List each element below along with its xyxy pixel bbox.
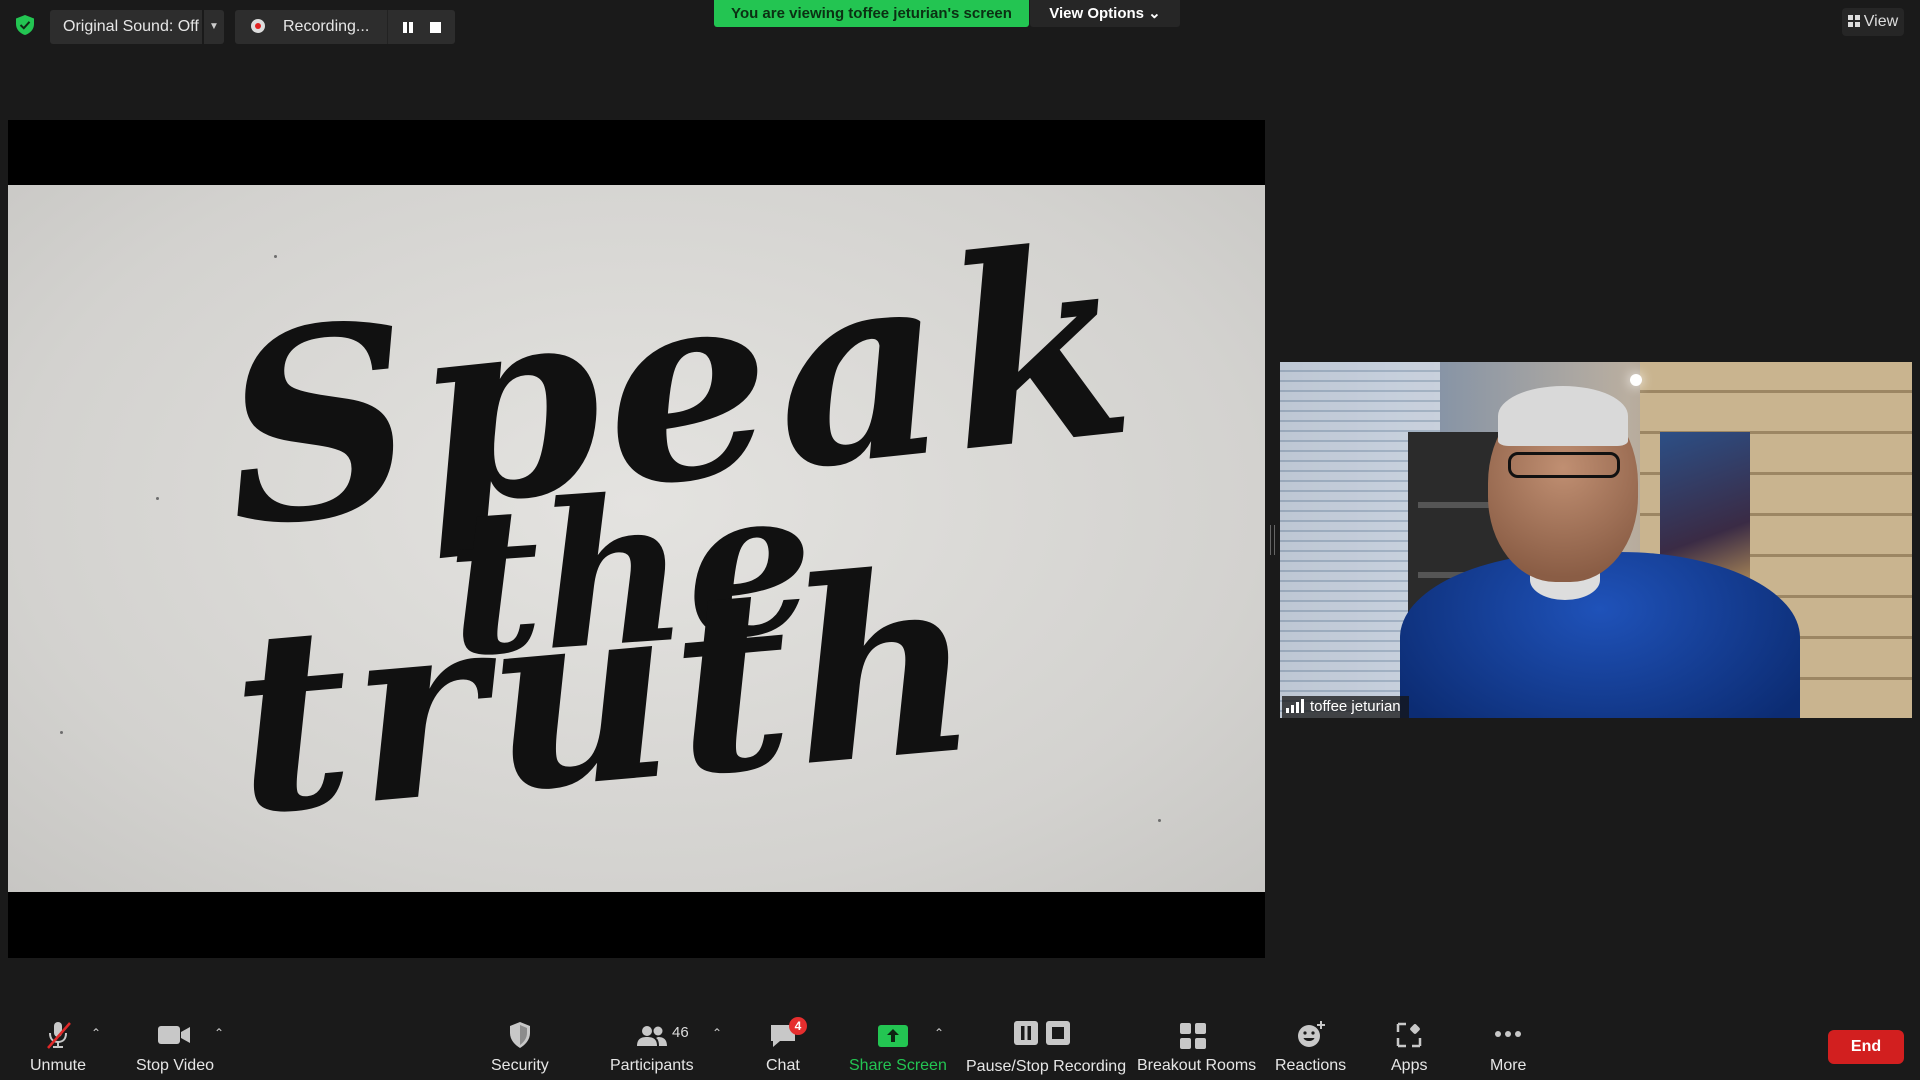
breakout-rooms-icon[interactable] [1179, 1022, 1207, 1050]
more-ellipsis-icon[interactable] [1494, 1030, 1522, 1038]
chat-label[interactable]: Chat [766, 1057, 800, 1075]
original-sound-label: Original Sound: Off [63, 18, 199, 35]
share-options-caret-icon[interactable]: ⌃ [934, 1026, 944, 1040]
audio-options-caret-icon[interactable]: ⌃ [91, 1026, 101, 1040]
pause-recording-icon[interactable] [400, 19, 416, 35]
video-camera-icon[interactable] [157, 1024, 191, 1046]
paper-speck [274, 255, 277, 258]
participants-icon[interactable] [636, 1024, 668, 1048]
recording-label: Recording... [283, 18, 370, 35]
pause-stop-recording-label[interactable]: Pause/Stop Recording [966, 1058, 1126, 1076]
participants-options-caret-icon[interactable]: ⌃ [712, 1026, 722, 1040]
security-shield-icon[interactable] [508, 1021, 532, 1049]
paper-speck [156, 497, 159, 500]
video-person-hair [1498, 386, 1628, 446]
more-label[interactable]: More [1490, 1057, 1526, 1075]
original-sound-button[interactable]: Original Sound: Off [50, 10, 202, 44]
apps-icon[interactable] [1396, 1022, 1422, 1048]
microphone-muted-icon[interactable] [44, 1020, 72, 1050]
video-ceiling-light [1630, 374, 1642, 386]
pause-stop-recording-icon[interactable] [1013, 1020, 1071, 1046]
reactions-emoji-icon[interactable] [1296, 1020, 1326, 1050]
participants-label[interactable]: Participants [610, 1057, 694, 1075]
participant-name: toffee jeturian [1310, 698, 1401, 715]
stop-recording-icon[interactable] [430, 22, 441, 33]
apps-label[interactable]: Apps [1391, 1057, 1427, 1075]
recording-divider [387, 10, 388, 44]
recording-dot-icon [251, 19, 265, 33]
end-meeting-button[interactable]: End [1828, 1030, 1904, 1064]
share-screen-icon[interactable] [877, 1024, 909, 1048]
stop-video-label[interactable]: Stop Video [136, 1057, 214, 1075]
security-label[interactable]: Security [491, 1057, 549, 1075]
original-sound-dropdown-icon[interactable]: ▼ [204, 10, 224, 44]
share-screen-label[interactable]: Share Screen [849, 1057, 947, 1075]
recording-indicator: Recording... [235, 10, 455, 44]
participant-name-tag: toffee jeturian [1282, 696, 1409, 718]
viewing-screen-banner: You are viewing toffee jeturian's screen [714, 0, 1029, 27]
reactions-label[interactable]: Reactions [1275, 1057, 1346, 1075]
video-person-shirt [1400, 552, 1800, 718]
shared-screen: Speak the truth [8, 120, 1265, 958]
view-label: View [1863, 13, 1899, 30]
grid-view-icon [1847, 15, 1860, 27]
encryption-shield-icon[interactable] [14, 14, 36, 36]
video-person-glasses [1508, 452, 1620, 478]
chat-unread-badge: 4 [789, 1017, 807, 1035]
paper-speck [1158, 819, 1161, 822]
participants-count: 46 [672, 1024, 689, 1041]
panel-resize-handle[interactable] [1270, 525, 1275, 555]
view-options-button[interactable]: View Options ⌄ [1030, 0, 1180, 27]
unmute-label[interactable]: Unmute [30, 1057, 86, 1075]
connection-signal-icon [1286, 699, 1304, 713]
video-options-caret-icon[interactable]: ⌃ [214, 1026, 224, 1040]
paper-speck [60, 731, 63, 734]
shared-screen-content: Speak the truth [8, 185, 1265, 892]
breakout-rooms-label[interactable]: Breakout Rooms [1137, 1057, 1256, 1075]
view-button[interactable]: View [1842, 8, 1904, 36]
participant-video[interactable] [1280, 362, 1912, 718]
